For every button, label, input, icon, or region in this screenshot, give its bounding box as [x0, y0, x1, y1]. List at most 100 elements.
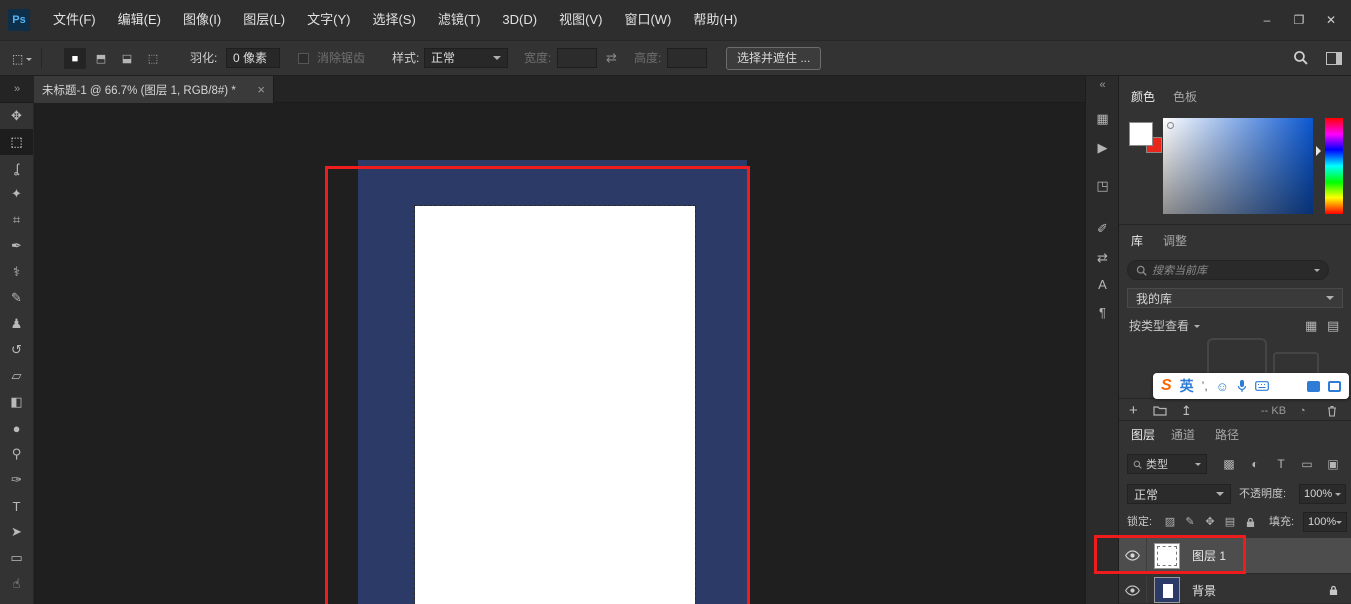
tab-channels[interactable]: 通道 [1171, 422, 1195, 448]
lasso-tool[interactable]: ʆ [0, 155, 33, 181]
visibility-eye-icon[interactable] [1119, 538, 1147, 573]
lock-position-icon[interactable]: ✥ [1201, 513, 1219, 531]
opacity-input[interactable]: 100% [1299, 484, 1346, 504]
menu-image[interactable]: 图像(I) [172, 0, 232, 40]
tab-swatches[interactable]: 色板 [1173, 84, 1197, 110]
workspace-switcher-icon[interactable] [1326, 52, 1342, 65]
brush-tool[interactable]: ✎ [0, 285, 33, 311]
antialias-checkbox[interactable] [298, 53, 309, 64]
menu-layer[interactable]: 图层(L) [232, 0, 296, 40]
view-by-type-control[interactable]: 按类型查看 [1129, 316, 1200, 336]
fill-input[interactable]: 100% [1303, 512, 1347, 532]
menu-select[interactable]: 选择(S) [361, 0, 426, 40]
magic-wand-tool[interactable]: ✦ [0, 181, 33, 207]
delete-icon[interactable] [1327, 405, 1337, 417]
blur-tool[interactable]: ● [0, 415, 33, 441]
menu-help[interactable]: 帮助(H) [682, 0, 748, 40]
ime-skin-icon[interactable] [1328, 381, 1341, 392]
sogou-logo-icon[interactable]: S [1161, 377, 1172, 395]
toolbar-expand-icon[interactable]: » [0, 76, 34, 102]
brush-settings-panel-icon[interactable]: ✐ [1086, 219, 1119, 239]
search-icon[interactable] [1293, 50, 1308, 65]
tab-color[interactable]: 颜色 [1131, 84, 1155, 110]
character-panel-icon[interactable]: A [1086, 275, 1119, 295]
ime-toolbox-icon[interactable] [1307, 381, 1320, 392]
hue-slider-marker[interactable] [1316, 146, 1326, 156]
ime-language-mode[interactable]: 英 [1180, 376, 1194, 396]
history-brush-tool[interactable]: ↺ [0, 337, 33, 363]
blend-mode-select[interactable]: 正常 [1127, 484, 1231, 504]
dodge-tool[interactable]: ⚲ [0, 441, 33, 467]
hand-tool[interactable]: ☝ [0, 571, 33, 597]
filter-adjustment-layers-icon[interactable]: ◐ [1245, 454, 1265, 474]
menu-filter[interactable]: 滤镜(T) [427, 0, 492, 40]
canvas-area[interactable] [35, 103, 1085, 604]
intersect-selection-button[interactable]: ⬚ [142, 48, 164, 69]
menu-file[interactable]: 文件(F) [42, 0, 107, 40]
clone-source-panel-icon[interactable]: ⇄ [1086, 248, 1119, 268]
paragraph-panel-icon[interactable]: ¶ [1086, 303, 1119, 323]
menu-edit[interactable]: 编辑(E) [107, 0, 172, 40]
lock-transparent-pixels-icon[interactable]: ▨ [1161, 513, 1179, 531]
menu-3d[interactable]: 3D(D) [491, 0, 548, 40]
ime-punctuation-toggle[interactable]: ’, [1202, 379, 1208, 393]
layer-name[interactable]: 图层 1 [1192, 547, 1226, 564]
keyboard-icon[interactable] [1255, 381, 1269, 391]
shape-tool[interactable]: ▭ [0, 545, 33, 571]
foreground-color-swatch[interactable] [1129, 122, 1153, 146]
lock-all-icon[interactable] [1241, 513, 1259, 528]
lock-artboard-icon[interactable]: ▤ [1221, 513, 1239, 531]
type-tool[interactable]: T [0, 493, 33, 519]
tab-paths[interactable]: 路径 [1215, 422, 1239, 448]
subtract-from-selection-button[interactable]: ⬓ [116, 48, 138, 69]
select-and-mask-button[interactable]: 选择并遮住 ... [726, 47, 821, 70]
layer-thumbnail[interactable] [1154, 543, 1180, 569]
grid-view-icon[interactable]: ▦ [1305, 316, 1317, 336]
filter-type-layers-icon[interactable]: T [1271, 454, 1291, 474]
layer-filter-select[interactable]: 类型 [1127, 454, 1207, 474]
clone-stamp-tool[interactable]: ♟ [0, 311, 33, 337]
eyedropper-tool[interactable]: ✒ [0, 233, 33, 259]
list-view-icon[interactable]: ▤ [1327, 316, 1339, 336]
emoji-icon[interactable]: ☺ [1216, 379, 1229, 394]
color-field-cursor[interactable] [1167, 122, 1174, 129]
menu-type[interactable]: 文字(Y) [296, 0, 361, 40]
pen-tool[interactable]: ✑ [0, 467, 33, 493]
layer-row-background[interactable]: 背景 [1119, 577, 1351, 604]
restore-button[interactable]: ❐ [1283, 0, 1315, 40]
path-selection-tool[interactable]: ➤ [0, 519, 33, 545]
document-tab[interactable]: 未标题-1 @ 66.7% (图层 1, RGB/8#) * × [34, 76, 274, 103]
library-search-input[interactable]: 搜索当前库 [1127, 260, 1329, 280]
panels-collapse-icon[interactable]: « [1086, 77, 1119, 93]
feather-input[interactable]: 0 像素 [226, 48, 280, 68]
swap-dimensions-icon[interactable]: ⇄ [606, 41, 617, 75]
library-select[interactable]: 我的库 [1127, 288, 1343, 308]
layer-thumbnail[interactable] [1154, 577, 1180, 603]
crop-tool[interactable]: ⌗ [0, 207, 33, 233]
rectangular-marquee-tool[interactable]: ⬚ [0, 129, 33, 155]
microphone-icon[interactable] [1237, 379, 1247, 393]
properties-panel-icon[interactable]: ◳ [1086, 176, 1119, 196]
selection-marquee[interactable] [415, 206, 695, 604]
style-select[interactable]: 正常 [424, 48, 508, 68]
hue-slider[interactable] [1325, 118, 1343, 214]
close-button[interactable]: ✕ [1315, 0, 1347, 40]
new-group-folder-icon[interactable] [1153, 405, 1167, 416]
width-input[interactable] [557, 48, 597, 68]
lock-image-pixels-icon[interactable]: ✎ [1181, 513, 1199, 531]
actions-panel-icon[interactable]: ▶ [1086, 138, 1119, 158]
color-saturation-field[interactable] [1163, 118, 1313, 214]
move-tool[interactable]: ✥ [0, 103, 33, 129]
info-panel-icon[interactable]: ▦ [1086, 109, 1119, 129]
close-tab-icon[interactable]: × [251, 82, 265, 97]
eraser-tool[interactable]: ▱ [0, 363, 33, 389]
filter-smart-objects-icon[interactable]: ▣ [1323, 454, 1343, 474]
minimize-button[interactable]: – [1251, 0, 1283, 40]
visibility-eye-icon[interactable] [1119, 577, 1147, 603]
menu-view[interactable]: 视图(V) [548, 0, 613, 40]
tool-preset-picker[interactable]: ⬚ [8, 48, 42, 69]
new-selection-button[interactable]: ■ [64, 48, 86, 69]
layer-name[interactable]: 背景 [1192, 582, 1216, 599]
healing-brush-tool[interactable]: ⚕ [0, 259, 33, 285]
tab-adjustments[interactable]: 调整 [1163, 228, 1187, 254]
